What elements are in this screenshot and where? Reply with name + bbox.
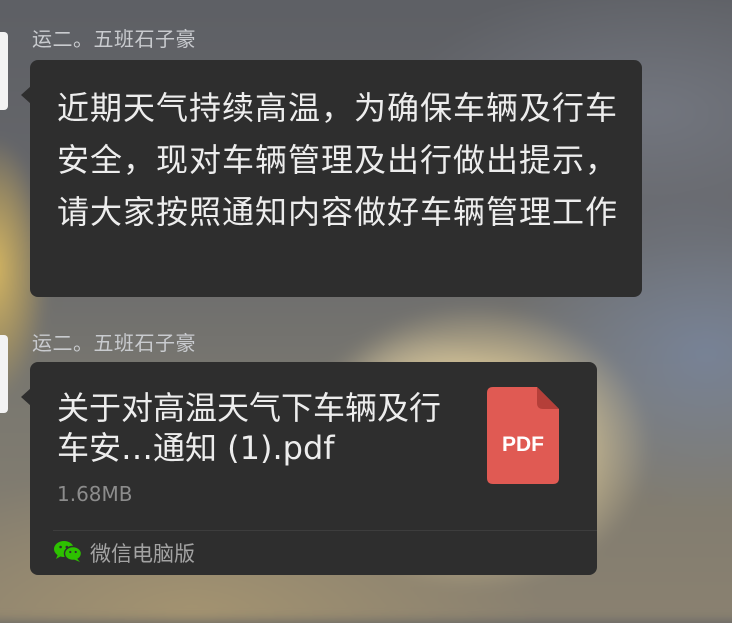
sender-name: 运二。五班石子豪 [32,331,196,355]
file-source: 微信电脑版 [54,538,195,568]
message-text: 近期天气持续高温，为确保车辆及行车安全，现对车辆管理及出行做出提示，请大家按照通… [57,89,619,231]
pdf-file-icon: PDF [487,387,559,484]
source-label: 微信电脑版 [90,542,195,566]
pdf-type-label: PDF [502,433,544,456]
text-message-bubble[interactable]: 近期天气持续高温，为确保车辆及行车安全，现对车辆管理及出行做出提示，请大家按照通… [21,60,642,297]
sender-avatar[interactable] [0,32,8,110]
wechat-icon [54,540,83,566]
file-message-card[interactable]: 关于对高温天气下车辆及行车安…通知 (1).pdf 1.68MB PDF 微信电… [21,362,597,575]
file-name: 关于对高温天气下车辆及行车安…通知 (1).pdf [57,389,442,467]
file-size: 1.68MB [57,482,133,506]
sender-avatar[interactable] [0,335,8,413]
sender-name: 运二。五班石子豪 [32,27,196,51]
card-divider [53,530,597,531]
